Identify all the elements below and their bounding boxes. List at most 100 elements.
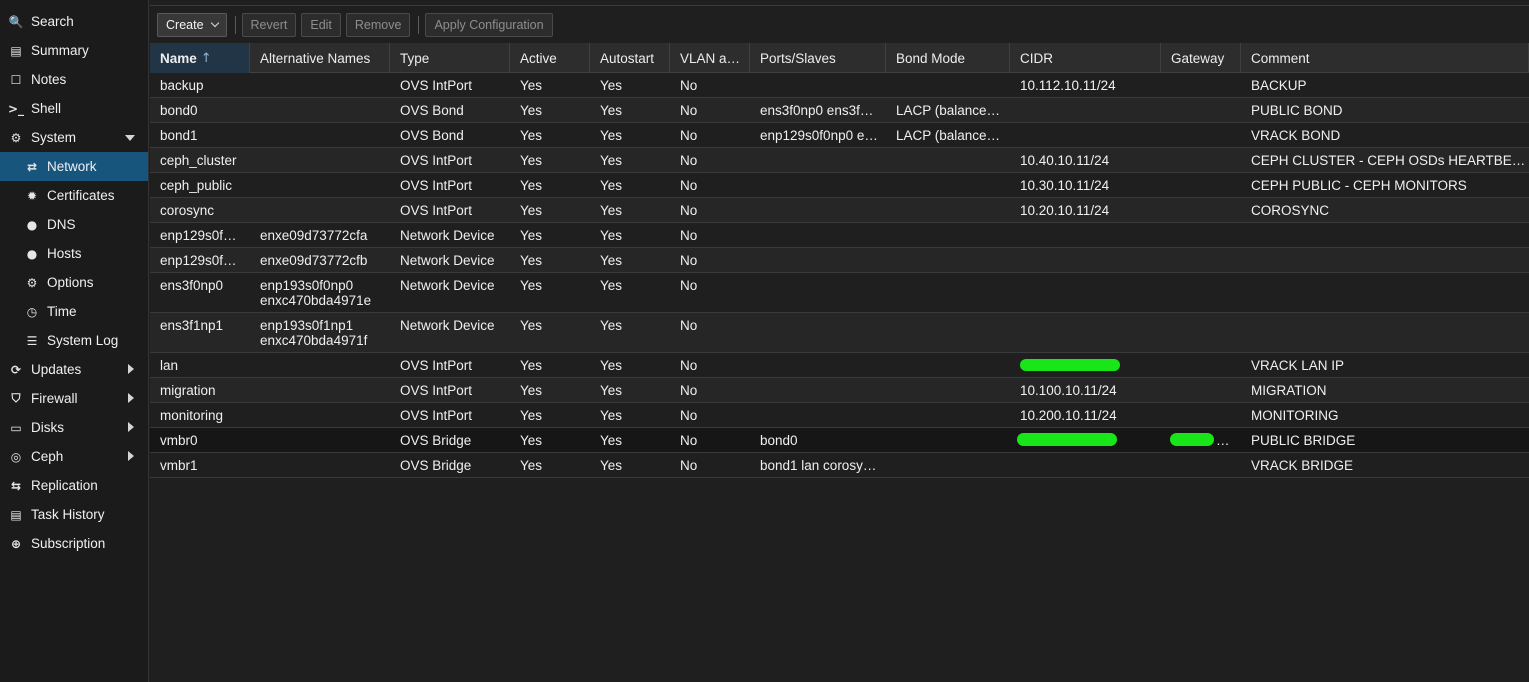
caret-right-icon[interactable] xyxy=(128,422,134,432)
cell-text: 10.100.10.11/24 xyxy=(1020,383,1117,398)
sidebar-item-dns[interactable]: ● DNS xyxy=(0,210,148,239)
sidebar-item-time[interactable]: ◷ Time xyxy=(0,297,148,326)
sidebar-item-subscription[interactable]: ⊕ Subscription xyxy=(0,529,148,558)
sidebar-item-ceph[interactable]: ◎ Ceph xyxy=(0,442,148,471)
column-header-gateway[interactable]: Gateway xyxy=(1161,43,1241,73)
column-header-cidr[interactable]: CIDR xyxy=(1010,43,1161,73)
table-row[interactable]: bond1 OVS Bond Yes Yes No enp129s0f0np0 e… LAC… xyxy=(150,123,1529,148)
sidebar-item-summary[interactable]: ▤ Summary xyxy=(0,36,148,65)
column-header-label: Active xyxy=(520,50,557,66)
cell-text: Network Device xyxy=(400,253,495,268)
create-button-label: Create xyxy=(166,18,204,32)
sidebar-item-certificates[interactable]: ✹ Certificates xyxy=(0,181,148,210)
cell-text: Yes xyxy=(600,103,623,118)
cell-text: Yes xyxy=(600,383,623,398)
caret-right-icon[interactable] xyxy=(128,393,134,403)
remove-button[interactable]: Remove xyxy=(345,13,411,37)
table-cell: vmbr0 xyxy=(150,428,250,452)
sidebar-item-label: Ceph xyxy=(31,449,64,464)
cell-text: OVS IntPort xyxy=(400,78,473,93)
table-cell: OVS Bridge xyxy=(390,428,510,452)
sidebar-item-system-log[interactable]: ☰ System Log xyxy=(0,326,148,355)
column-header-comment[interactable]: Comment xyxy=(1241,43,1529,73)
cell-text: Yes xyxy=(520,358,543,373)
column-header-label: Comment xyxy=(1251,50,1310,66)
apply-configuration-button[interactable]: Apply Configuration xyxy=(425,13,553,37)
table-cell: enp193s0f0np0 enxc470bda4971e xyxy=(250,273,390,312)
column-header-name[interactable]: Name ↑ xyxy=(150,43,250,73)
cell-text: COROSYNC xyxy=(1251,203,1330,218)
cell-text: VRACK BOND xyxy=(1251,128,1341,143)
column-header-alternative-names[interactable]: Alternative Names xyxy=(250,43,390,73)
table-cell: ceph_public xyxy=(150,173,250,197)
sidebar-item-search[interactable]: 🔍 Search xyxy=(0,7,148,36)
table-cell: Yes xyxy=(510,428,590,452)
sidebar-item-updates[interactable]: ⟳ Updates xyxy=(0,355,148,384)
sidebar-item-shell[interactable]: >_ Shell xyxy=(0,94,148,123)
sidebar-item-network[interactable]: ⇄ Network xyxy=(0,152,148,181)
sidebar-item-options[interactable]: ⚙ Options xyxy=(0,268,148,297)
table-cell xyxy=(250,73,390,97)
caret-right-icon[interactable] xyxy=(128,364,134,374)
table-cell: 10.100.10.11/24 xyxy=(1010,378,1161,402)
table-cell xyxy=(1241,313,1529,352)
edit-button[interactable]: Edit xyxy=(301,13,341,37)
caret-down-icon[interactable] xyxy=(125,135,135,141)
cell-text: No xyxy=(680,358,698,373)
column-header-label: VLAN a… xyxy=(680,50,741,66)
table-cell: bond0 xyxy=(150,98,250,122)
table-cell: Yes xyxy=(510,123,590,147)
table-row[interactable]: enp129s0f… enxe09d73772cfa Network Device Y… xyxy=(150,223,1529,248)
table-row[interactable]: backup OVS IntPort Yes Yes No 10.112.10.11/24… xyxy=(150,73,1529,98)
column-header-autostart[interactable]: Autostart xyxy=(590,43,670,73)
sidebar-item-firewall[interactable]: ⛉ Firewall xyxy=(0,384,148,413)
table-cell xyxy=(250,173,390,197)
table-row[interactable]: corosync OVS IntPort Yes Yes No 10.20.10.11/2… xyxy=(150,198,1529,223)
cell-text: No xyxy=(680,458,698,473)
sidebar-item-label: Task History xyxy=(31,507,105,522)
cell-text: Yes xyxy=(520,128,543,143)
table-cell: No xyxy=(670,198,750,222)
create-button[interactable]: Create xyxy=(157,13,227,37)
table-row[interactable]: bond0 OVS Bond Yes Yes No ens3f0np0 ens3f… LAC… xyxy=(150,98,1529,123)
table-row[interactable]: enp129s0f… enxe09d73772cfb Network Device Y… xyxy=(150,248,1529,273)
table-row[interactable]: lan OVS IntPort Yes Yes No VRACK LAN IP xyxy=(150,353,1529,378)
caret-right-icon[interactable] xyxy=(128,451,134,461)
cell-text: Yes xyxy=(600,318,623,333)
table-cell: No xyxy=(670,313,750,352)
column-header-ports-slaves[interactable]: Ports/Slaves xyxy=(750,43,886,73)
table-row[interactable]: migration OVS IntPort Yes Yes No 10.100.10.11… xyxy=(150,378,1529,403)
sidebar-item-notes[interactable]: ☐ Notes xyxy=(0,65,148,94)
sidebar-item-system[interactable]: ⚙ System xyxy=(0,123,148,152)
table-row[interactable]: ens3f0np0 enp193s0f0np0 enxc470bda4971e Net… xyxy=(150,273,1529,313)
sidebar-item-disks[interactable]: ▭ Disks xyxy=(0,413,148,442)
table-row[interactable]: ens3f1np1 enp193s0f1np1 enxc470bda4971f Net… xyxy=(150,313,1529,353)
table-cell: No xyxy=(670,403,750,427)
clock-icon: ◷ xyxy=(26,304,38,319)
table-cell xyxy=(1161,248,1241,272)
table-cell: Yes xyxy=(510,198,590,222)
table-cell: OVS IntPort xyxy=(390,73,510,97)
table-row[interactable]: ceph_cluster OVS IntPort Yes Yes No 10.40.10.… xyxy=(150,148,1529,173)
sidebar-item-replication[interactable]: ⇆ Replication xyxy=(0,471,148,500)
column-header-bond-mode[interactable]: Bond Mode xyxy=(886,43,1010,73)
table-row[interactable]: vmbr0 OVS Bridge Yes Yes No bond0 … PUBLIC BRID… xyxy=(150,428,1529,453)
table-cell: No xyxy=(670,148,750,172)
sidebar-item-task-history[interactable]: ▤ Task History xyxy=(0,500,148,529)
table-row[interactable]: vmbr1 OVS Bridge Yes Yes No bond1 lan corosy…… xyxy=(150,453,1529,478)
column-header-active[interactable]: Active xyxy=(510,43,590,73)
table-row[interactable]: ceph_public OVS IntPort Yes Yes No 10.30.10.1… xyxy=(150,173,1529,198)
sidebar-item-label: Network xyxy=(47,159,97,174)
table-row[interactable]: monitoring OVS IntPort Yes Yes No 10.200.10.1… xyxy=(150,403,1529,428)
revert-button[interactable]: Revert xyxy=(241,13,297,37)
sidebar-item-hosts[interactable]: ● Hosts xyxy=(0,239,148,268)
cell-text: No xyxy=(680,433,698,448)
column-header-type[interactable]: Type xyxy=(390,43,510,73)
table-cell: OVS IntPort xyxy=(390,353,510,377)
table-cell: 10.30.10.11/24 xyxy=(1010,173,1161,197)
column-header-vlan-a[interactable]: VLAN a… xyxy=(670,43,750,73)
search-icon: 🔍 xyxy=(8,14,24,29)
table-cell xyxy=(750,378,886,402)
table-cell: ens3f1np1 xyxy=(150,313,250,352)
table-cell: Yes xyxy=(510,378,590,402)
